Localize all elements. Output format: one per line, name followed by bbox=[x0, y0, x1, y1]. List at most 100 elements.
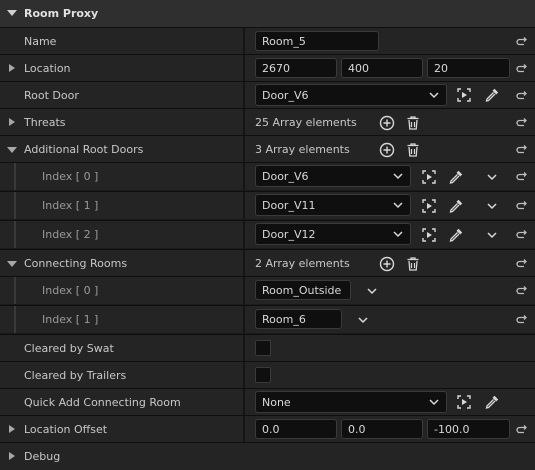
location-offset-z-field[interactable]: -100.0 bbox=[427, 419, 510, 439]
chevron-down-icon[interactable] bbox=[486, 171, 498, 183]
column-divider[interactable] bbox=[243, 362, 245, 389]
delete-all-icon[interactable] bbox=[405, 115, 421, 131]
reset-to-default-icon[interactable] bbox=[516, 117, 528, 129]
add-element-icon[interactable] bbox=[379, 142, 395, 158]
array-index-label: Index [ 1 ] bbox=[42, 313, 99, 326]
array-element-count: 25 Array elements bbox=[255, 116, 357, 129]
property-row-location: Location 2670 400 20 bbox=[0, 54, 535, 82]
location-offset-x-field[interactable]: 0.0 bbox=[255, 419, 337, 439]
browse-asset-icon[interactable] bbox=[421, 169, 437, 185]
dropdown-value: Door_V12 bbox=[262, 228, 316, 241]
door-dropdown[interactable]: Door_V11 bbox=[255, 194, 411, 216]
property-label: Cleared by Trailers bbox=[24, 369, 127, 382]
reset-to-default-icon[interactable] bbox=[516, 90, 528, 102]
column-divider[interactable] bbox=[243, 389, 245, 416]
reset-to-default-icon[interactable] bbox=[516, 36, 528, 48]
section-header-room-proxy[interactable]: Room Proxy bbox=[0, 0, 535, 28]
expand-arrow-icon[interactable] bbox=[9, 452, 15, 460]
door-dropdown[interactable]: Door_V12 bbox=[255, 223, 411, 245]
column-divider[interactable] bbox=[243, 306, 245, 333]
column-divider[interactable] bbox=[243, 163, 245, 190]
eyedropper-icon[interactable] bbox=[448, 169, 464, 185]
array-index-label: Index [ 0 ] bbox=[42, 170, 99, 183]
eyedropper-icon[interactable] bbox=[448, 227, 464, 243]
column-divider[interactable] bbox=[243, 416, 245, 443]
column-divider[interactable] bbox=[243, 28, 245, 55]
column-divider[interactable] bbox=[243, 136, 245, 163]
property-label: Location Offset bbox=[24, 423, 108, 436]
delete-all-icon[interactable] bbox=[405, 142, 421, 158]
browse-asset-icon[interactable] bbox=[456, 394, 472, 410]
property-row-cleared-by-swat: Cleared by Swat bbox=[0, 334, 535, 362]
chevron-down-icon bbox=[392, 228, 404, 240]
location-x-field[interactable]: 2670 bbox=[255, 58, 337, 78]
reset-to-default-icon[interactable] bbox=[516, 229, 528, 241]
reset-to-default-icon[interactable] bbox=[516, 285, 528, 297]
column-divider[interactable] bbox=[243, 55, 245, 82]
room-name-field[interactable]: Room_6 bbox=[255, 309, 342, 329]
reset-to-default-icon[interactable] bbox=[516, 171, 528, 183]
reset-to-default-icon[interactable] bbox=[516, 258, 528, 270]
room-name-field[interactable]: Room_Outside bbox=[255, 280, 351, 300]
quick-add-room-dropdown[interactable]: None bbox=[255, 391, 447, 413]
category-label: Debug bbox=[24, 450, 61, 463]
property-label: Name bbox=[24, 35, 57, 48]
expand-arrow-icon[interactable] bbox=[7, 10, 17, 16]
column-divider[interactable] bbox=[243, 192, 245, 219]
column-divider[interactable] bbox=[243, 335, 245, 362]
dropdown-value: Door_V6 bbox=[262, 170, 309, 183]
location-z-field[interactable]: 20 bbox=[427, 58, 510, 78]
root-door-dropdown[interactable]: Door_V6 bbox=[255, 84, 447, 106]
door-dropdown[interactable]: Door_V6 bbox=[255, 165, 411, 187]
chevron-down-icon bbox=[428, 396, 440, 408]
column-divider[interactable] bbox=[243, 277, 245, 304]
property-label: Quick Add Connecting Room bbox=[24, 396, 181, 409]
array-index-label: Index [ 1 ] bbox=[42, 199, 99, 212]
reset-to-default-icon[interactable] bbox=[516, 424, 528, 436]
chevron-down-icon[interactable] bbox=[357, 314, 369, 326]
array-index-label: Index [ 2 ] bbox=[42, 228, 99, 241]
eyedropper-icon[interactable] bbox=[484, 87, 500, 103]
location-offset-y-field[interactable]: 0.0 bbox=[341, 419, 423, 439]
column-divider[interactable] bbox=[243, 82, 245, 109]
reset-to-default-icon[interactable] bbox=[516, 200, 528, 212]
collapse-arrow-icon[interactable] bbox=[7, 261, 17, 267]
add-element-icon[interactable] bbox=[379, 115, 395, 131]
browse-asset-icon[interactable] bbox=[421, 198, 437, 214]
array-index-label: Index [ 0 ] bbox=[42, 284, 99, 297]
cleared-by-trailers-checkbox[interactable] bbox=[255, 367, 271, 383]
collapse-arrow-icon[interactable] bbox=[7, 147, 17, 153]
chevron-down-icon[interactable] bbox=[366, 285, 378, 297]
dropdown-value: Door_V6 bbox=[262, 89, 309, 102]
expand-arrow-icon[interactable] bbox=[9, 118, 15, 126]
column-divider[interactable] bbox=[243, 109, 245, 136]
dropdown-value: Door_V11 bbox=[262, 199, 316, 212]
eyedropper-icon[interactable] bbox=[484, 394, 500, 410]
reset-to-default-icon[interactable] bbox=[516, 63, 528, 75]
reset-to-default-icon[interactable] bbox=[516, 144, 528, 156]
eyedropper-icon[interactable] bbox=[448, 198, 464, 214]
location-y-field[interactable]: 400 bbox=[341, 58, 423, 78]
column-divider[interactable] bbox=[243, 221, 245, 248]
browse-asset-icon[interactable] bbox=[456, 87, 472, 103]
property-label: Threats bbox=[24, 116, 66, 129]
reset-to-default-icon[interactable] bbox=[516, 314, 528, 326]
array-item-row: Index [ 1 ] Room_6 bbox=[0, 305, 535, 333]
chevron-down-icon[interactable] bbox=[486, 229, 498, 241]
property-row-debug[interactable]: Debug bbox=[0, 442, 535, 470]
property-row-additional-root-doors: Additional Root Doors 3 Array elements bbox=[0, 135, 535, 163]
property-row-cleared-by-trailers: Cleared by Trailers bbox=[0, 361, 535, 389]
delete-all-icon[interactable] bbox=[405, 256, 421, 272]
expand-arrow-icon[interactable] bbox=[9, 64, 15, 72]
browse-asset-icon[interactable] bbox=[421, 227, 437, 243]
cleared-by-swat-checkbox[interactable] bbox=[255, 340, 271, 356]
array-item-row: Index [ 0 ] Room_Outside bbox=[0, 276, 535, 304]
name-field[interactable]: Room_5 bbox=[255, 31, 379, 51]
add-element-icon[interactable] bbox=[379, 256, 395, 272]
expand-arrow-icon[interactable] bbox=[9, 425, 15, 433]
section-title: Room Proxy bbox=[24, 7, 99, 20]
chevron-down-icon bbox=[392, 199, 404, 211]
chevron-down-icon bbox=[428, 89, 440, 101]
chevron-down-icon[interactable] bbox=[486, 200, 498, 212]
column-divider[interactable] bbox=[243, 250, 245, 277]
